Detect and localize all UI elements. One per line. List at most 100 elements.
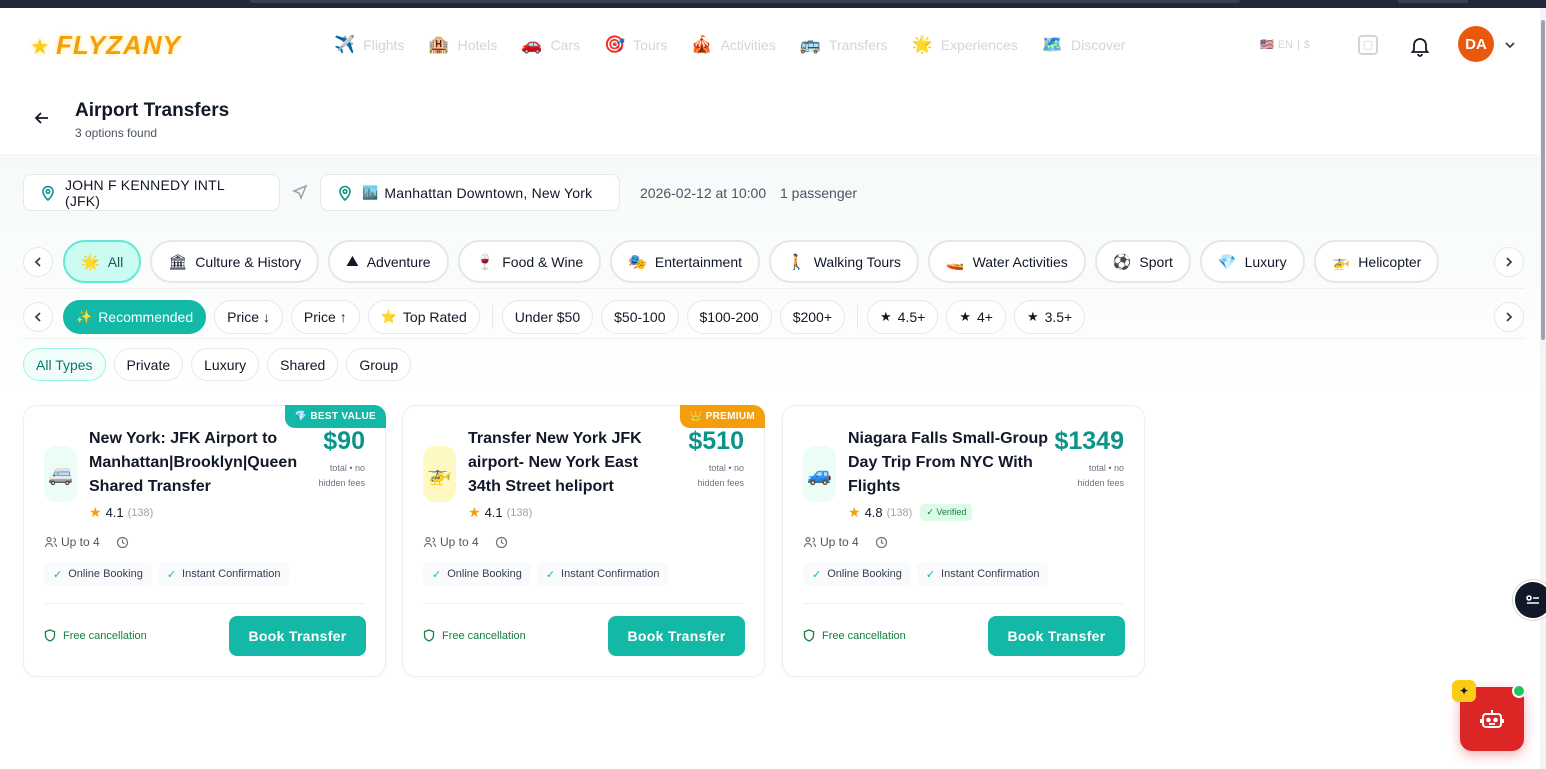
review-count: (138) xyxy=(506,506,533,519)
wine-glass-icon: 🍷 xyxy=(475,253,495,271)
site-logo[interactable]: ★ FLYZANY xyxy=(30,30,181,61)
nav-flights[interactable]: ✈️ Flights xyxy=(334,34,404,56)
passenger-count: 1 passenger xyxy=(780,185,858,201)
filter-scroll-right-button[interactable] xyxy=(1494,301,1524,332)
chip-label: $200+ xyxy=(792,308,833,325)
nav-activities[interactable]: 🎪 Activities xyxy=(691,34,775,56)
suv-icon: 🚙 xyxy=(803,446,836,502)
transfer-card[interactable]: 👑 PREMIUM 🚁 Transfer New York JFK airpor… xyxy=(402,405,765,677)
price-filter-under-50[interactable]: Under $50 xyxy=(501,299,594,334)
avatar-initials: DA xyxy=(1465,35,1487,53)
rating-filter-4[interactable]: ★ 4+ xyxy=(946,299,1006,334)
nav-transfers[interactable]: 🚌 Transfers xyxy=(800,34,888,56)
transfer-card[interactable]: 💎 BEST VALUE 🚐 New York: JFK Airport to … xyxy=(23,405,386,677)
side-panel-toggle-button[interactable] xyxy=(1513,580,1546,620)
browser-top-strip xyxy=(0,0,1546,8)
chevron-down-icon[interactable] xyxy=(1503,38,1517,52)
nav-hotels[interactable]: 🏨 Hotels xyxy=(428,34,497,56)
free-cancellation: Free cancellation xyxy=(44,629,147,642)
chip-label: Luxury xyxy=(204,356,247,373)
trip-meta: 2026-02-12 at 10:00 1 passenger xyxy=(640,185,867,201)
page-scrollbar[interactable] xyxy=(1540,8,1546,769)
sparkle-icon: 🌟 xyxy=(81,253,100,271)
type-private[interactable]: Private xyxy=(113,348,184,381)
sort-price-desc[interactable]: Price ↓ xyxy=(214,299,283,334)
transfer-price: $90 xyxy=(323,427,365,455)
price-note: total • no hidden fees xyxy=(697,463,744,488)
check-icon: ✓ xyxy=(166,568,177,581)
nav-cars[interactable]: 🚗 Cars xyxy=(521,34,580,56)
sort-recommended[interactable]: ✨ Recommended xyxy=(63,299,207,334)
cart-icon[interactable]: ▢ xyxy=(1358,35,1378,55)
star-icon: 🌟 xyxy=(911,35,933,54)
mountain-icon: ⛰ xyxy=(346,253,359,270)
rating-value: 4.1 xyxy=(105,505,124,520)
nav-discover[interactable]: 🗺️ Discover xyxy=(1042,34,1126,56)
nav-tours[interactable]: 🎯 Tours xyxy=(604,34,667,56)
type-luxury[interactable]: Luxury xyxy=(191,348,260,381)
ball-icon: ⚽ xyxy=(1112,253,1132,271)
type-group[interactable]: Group xyxy=(346,348,412,381)
filter-scroll-left-button[interactable] xyxy=(23,301,53,332)
transfer-card[interactable]: 🚙 Niagara Falls Small-Group Day Trip Fro… xyxy=(782,405,1145,677)
nav-label: Cars xyxy=(550,37,580,53)
category-chip-sport[interactable]: ⚽ Sport xyxy=(1094,240,1191,283)
category-chip-luxury[interactable]: 💎 Luxury xyxy=(1199,240,1305,283)
transfer-title[interactable]: Niagara Falls Small-Group Day Trip From … xyxy=(848,427,1053,499)
nav-label: Experiences xyxy=(940,37,1018,53)
pickup-location-field[interactable]: JOHN F KENNEDY INTL (JFK) xyxy=(23,174,280,211)
rating-filter-3-5[interactable]: ★ 3.5+ xyxy=(1013,299,1086,334)
feature-instant-confirmation: ✓ Instant Confirmation xyxy=(916,562,1049,586)
bus-icon: 🚌 xyxy=(799,35,821,54)
dropoff-location-field[interactable]: 🏙️ Manhattan Downtown, New York xyxy=(320,174,620,211)
shield-icon xyxy=(44,629,56,642)
rating-filter-4-5[interactable]: ★ 4.5+ xyxy=(867,299,939,334)
category-scroll-left-button[interactable] xyxy=(23,246,53,277)
category-chip-helicopter[interactable]: 🚁 Helicopter xyxy=(1313,240,1440,283)
category-chip-entertainment[interactable]: 🎭 Entertainment xyxy=(610,240,761,283)
target-icon: 🎯 xyxy=(604,35,626,54)
transfer-price: $510 xyxy=(688,427,744,455)
price-filter-50-100[interactable]: $50-100 xyxy=(601,299,679,334)
category-chip-food-wine[interactable]: 🍷 Food & Wine xyxy=(457,240,602,283)
bell-icon[interactable] xyxy=(1408,34,1432,58)
main-nav: ✈️ Flights 🏨 Hotels 🚗 Cars 🎯 Tours 🎪 Activiti… xyxy=(334,34,1149,56)
sort-price-asc[interactable]: Price ↑ xyxy=(290,299,360,334)
plane-icon: ✈️ xyxy=(334,35,356,54)
type-all[interactable]: All Types xyxy=(23,348,106,381)
back-arrow-icon[interactable] xyxy=(32,108,52,128)
check-icon: ✓ xyxy=(432,568,442,581)
nav-experiences[interactable]: 🌟 Experiences xyxy=(912,34,1018,56)
premium-badge: 👑 PREMIUM xyxy=(679,405,765,428)
feature-online-booking: ✓ Online Booking xyxy=(44,562,152,586)
free-cancellation-text: Free cancellation xyxy=(442,629,526,642)
user-avatar[interactable]: DA xyxy=(1458,26,1494,62)
chip-label: Price ↓ xyxy=(227,308,270,325)
category-chip-culture-history[interactable]: 🏛 Culture & History xyxy=(150,240,320,283)
price-filter-100-200[interactable]: $100-200 xyxy=(686,299,772,334)
language-currency-switcher[interactable]: 🇺🇸 EN | $ xyxy=(1260,38,1310,52)
book-transfer-button[interactable]: Book Transfer xyxy=(608,616,745,656)
star-icon: ★ xyxy=(468,504,481,520)
car-icon: 🚗 xyxy=(521,35,543,54)
category-chip-walking-tours[interactable]: 🚶 Walking Tours xyxy=(769,240,919,283)
cityscape-icon: 🏙️ xyxy=(362,184,379,200)
clock-icon xyxy=(495,536,507,548)
type-shared[interactable]: Shared xyxy=(267,348,339,381)
page-titlebar: Airport Transfers 3 options found xyxy=(0,82,1540,156)
hotel-icon: 🏨 xyxy=(428,35,450,54)
chip-label: Water Activities xyxy=(972,253,1068,270)
category-chip-adventure[interactable]: ⛰ Adventure xyxy=(328,240,449,283)
sort-top-rated[interactable]: ⭐ Top Rated xyxy=(367,299,480,334)
category-chip-water-activities[interactable]: 🚤 Water Activities xyxy=(927,240,1086,283)
scrollbar-thumb[interactable] xyxy=(1541,20,1545,340)
transfer-title[interactable]: New York: JFK Airport to Manhattan|Brook… xyxy=(89,427,314,499)
book-transfer-button[interactable]: Book Transfer xyxy=(229,616,366,656)
price-filter-200-plus[interactable]: $200+ xyxy=(779,299,846,334)
transfer-title[interactable]: Transfer New York JFK airport- New York … xyxy=(468,427,673,499)
currency-label: $ xyxy=(1303,38,1310,51)
category-chip-all[interactable]: 🌟 All xyxy=(63,240,142,283)
category-scroll-right-button[interactable] xyxy=(1494,246,1524,277)
rating-value: 4.8 xyxy=(864,505,883,520)
book-transfer-button[interactable]: Book Transfer xyxy=(988,616,1125,656)
